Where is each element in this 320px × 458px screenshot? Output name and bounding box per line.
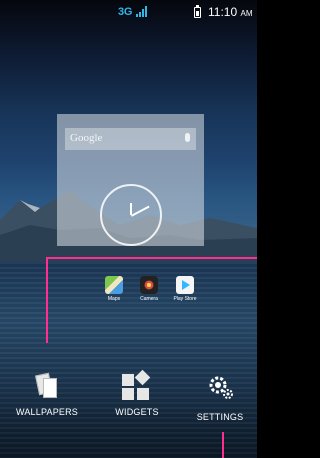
home-screen-overview: 3G 11:10 AM Google Maps Camera Play Stor… [0, 0, 257, 458]
settings-label: SETTINGS [196, 412, 244, 422]
google-search-widget[interactable]: Google [65, 128, 196, 150]
widgets-label: WIDGETS [115, 407, 159, 417]
wallpapers-button[interactable]: WALLPAPERS [12, 372, 82, 417]
signal-icon [136, 6, 147, 17]
play-store-icon [176, 276, 194, 294]
battery-icon [194, 5, 201, 18]
app-maps[interactable]: Maps [96, 276, 132, 302]
guide-line-bottom [222, 432, 224, 458]
minute-hand [131, 205, 150, 217]
mic-icon[interactable] [185, 133, 190, 142]
app-camera[interactable]: Camera [131, 276, 167, 302]
guide-line-left [46, 257, 48, 343]
app-label-maps: Maps [107, 296, 121, 302]
time-ampm: AM [240, 9, 253, 18]
app-play-store[interactable]: Play Store [167, 276, 203, 302]
network-type: 3G [118, 6, 133, 18]
app-label-play-store: Play Store [173, 296, 197, 302]
camera-icon [140, 276, 158, 294]
maps-icon [105, 276, 123, 294]
app-label-camera: Camera [140, 296, 158, 302]
widgets-button[interactable]: WIDGETS [102, 369, 172, 417]
analog-clock-widget[interactable] [100, 184, 162, 246]
clock-time: 11:10 AM [208, 5, 252, 19]
home-screen-preview[interactable]: Google [57, 114, 204, 246]
search-label: Google [70, 132, 103, 144]
wallpapers-icon [34, 372, 60, 402]
widgets-icon [122, 369, 152, 402]
settings-gear-icon [209, 376, 233, 399]
status-bar: 3G 11:10 AM [0, 0, 257, 26]
guide-line-top [46, 257, 257, 259]
wallpapers-label: WALLPAPERS [15, 407, 79, 417]
settings-button[interactable]: SETTINGS [185, 372, 255, 422]
time-value: 11:10 [208, 5, 238, 19]
